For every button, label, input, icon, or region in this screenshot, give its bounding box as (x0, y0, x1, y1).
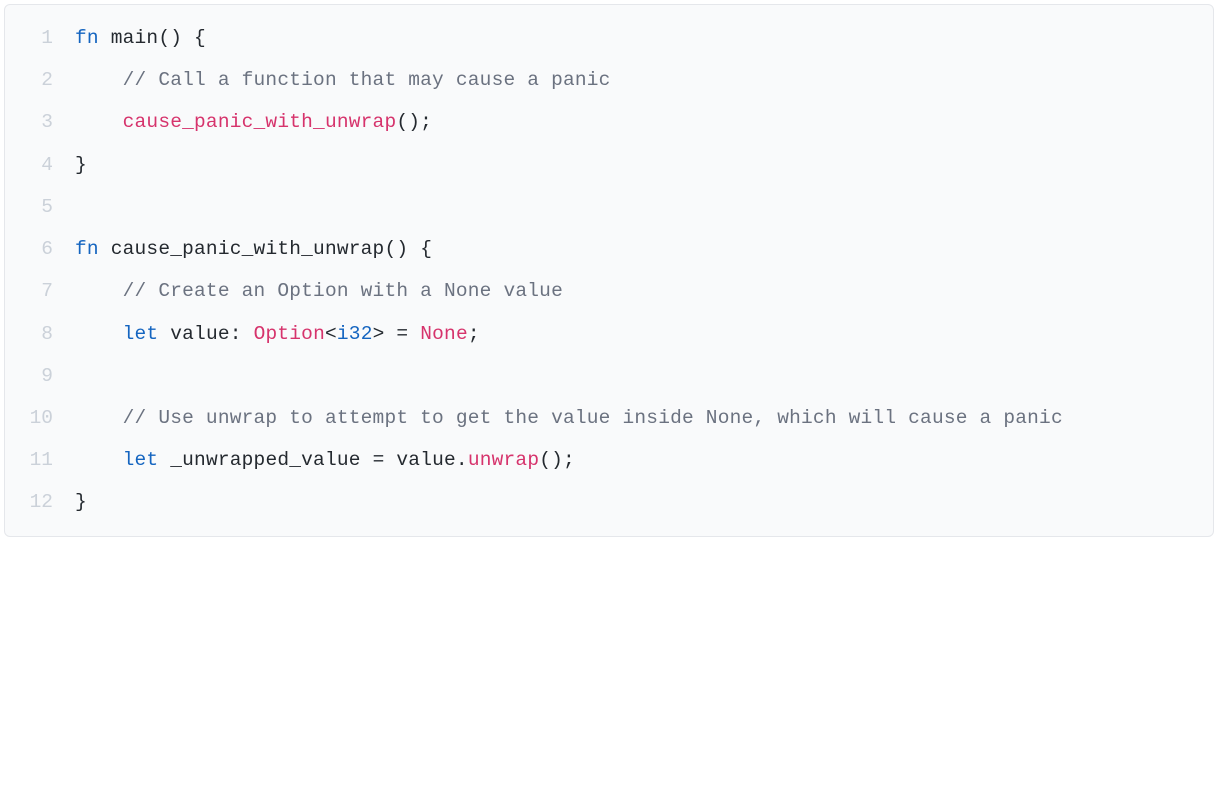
code-token: // Use unwrap to attempt to get the valu… (123, 407, 1063, 429)
code-token (99, 238, 111, 260)
code-block: 1fn main() {2 // Call a function that ma… (4, 4, 1214, 537)
line-number: 8 (13, 319, 75, 349)
code-content (75, 192, 1193, 222)
code-token: fn (75, 238, 99, 260)
code-token: value (170, 323, 230, 345)
code-token: main (111, 27, 159, 49)
code-token: (); (539, 449, 575, 471)
code-line: 4} (13, 150, 1193, 180)
code-token: () (384, 238, 408, 260)
code-token: // Call a function that may cause a pani… (123, 69, 611, 91)
line-number: 5 (13, 192, 75, 222)
code-token: fn (75, 27, 99, 49)
line-number: 1 (13, 23, 75, 53)
code-token: let (123, 323, 159, 345)
code-token (182, 27, 194, 49)
code-token: None (420, 323, 468, 345)
code-token (242, 323, 254, 345)
code-token: ; (468, 323, 480, 345)
code-content: let _unwrapped_value = value.unwrap(); (75, 445, 1193, 475)
line-number: 4 (13, 150, 75, 180)
line-number: 10 (13, 403, 75, 433)
line-number: 12 (13, 487, 75, 517)
code-line: 12} (13, 487, 1193, 517)
code-token: . (456, 449, 468, 471)
code-content: // Call a function that may cause a pani… (75, 65, 1193, 95)
code-token: < (325, 323, 337, 345)
code-token (384, 449, 396, 471)
code-token: } (75, 491, 87, 513)
line-number: 2 (13, 65, 75, 95)
line-number: 6 (13, 234, 75, 264)
line-number: 7 (13, 276, 75, 306)
code-line: 1fn main() { (13, 23, 1193, 53)
code-token: (); (396, 111, 432, 133)
code-token: > (373, 323, 385, 345)
code-line: 6fn cause_panic_with_unwrap() { (13, 234, 1193, 264)
code-line: 9 (13, 361, 1193, 391)
line-number: 9 (13, 361, 75, 391)
code-token: = (396, 323, 408, 345)
line-number: 3 (13, 107, 75, 137)
code-token: () (158, 27, 182, 49)
code-content: } (75, 150, 1193, 180)
code-line: 11 let _unwrapped_value = value.unwrap()… (13, 445, 1193, 475)
code-content: cause_panic_with_unwrap(); (75, 107, 1193, 137)
code-token: : (230, 323, 242, 345)
code-token: { (420, 238, 432, 260)
code-token: unwrap (468, 449, 539, 471)
code-token (408, 323, 420, 345)
code-content (75, 361, 1193, 391)
code-token: cause_panic_with_unwrap (123, 111, 397, 133)
code-token: } (75, 154, 87, 176)
code-token (408, 238, 420, 260)
code-line: 7 // Create an Option with a None value (13, 276, 1193, 306)
code-token: i32 (337, 323, 373, 345)
code-content: let value: Option<i32> = None; (75, 319, 1193, 349)
code-token (158, 323, 170, 345)
code-line: 2 // Call a function that may cause a pa… (13, 65, 1193, 95)
code-token: value (396, 449, 456, 471)
code-token: Option (254, 323, 325, 345)
code-content: fn cause_panic_with_unwrap() { (75, 234, 1193, 264)
code-line: 10 // Use unwrap to attempt to get the v… (13, 403, 1193, 433)
code-token: // Create an Option with a None value (123, 280, 563, 302)
code-token (99, 27, 111, 49)
code-content: fn main() { (75, 23, 1193, 53)
code-token (385, 323, 397, 345)
code-token: { (194, 27, 206, 49)
code-token: let (123, 449, 159, 471)
code-content: // Use unwrap to attempt to get the valu… (75, 403, 1193, 433)
code-token: = (373, 449, 385, 471)
code-content: // Create an Option with a None value (75, 276, 1193, 306)
code-token: _unwrapped_value (170, 449, 360, 471)
code-line: 3 cause_panic_with_unwrap(); (13, 107, 1193, 137)
code-token (158, 449, 170, 471)
line-number: 11 (13, 445, 75, 475)
code-line: 5 (13, 192, 1193, 222)
code-content: } (75, 487, 1193, 517)
code-line: 8 let value: Option<i32> = None; (13, 319, 1193, 349)
code-token (361, 449, 373, 471)
code-token: cause_panic_with_unwrap (111, 238, 385, 260)
